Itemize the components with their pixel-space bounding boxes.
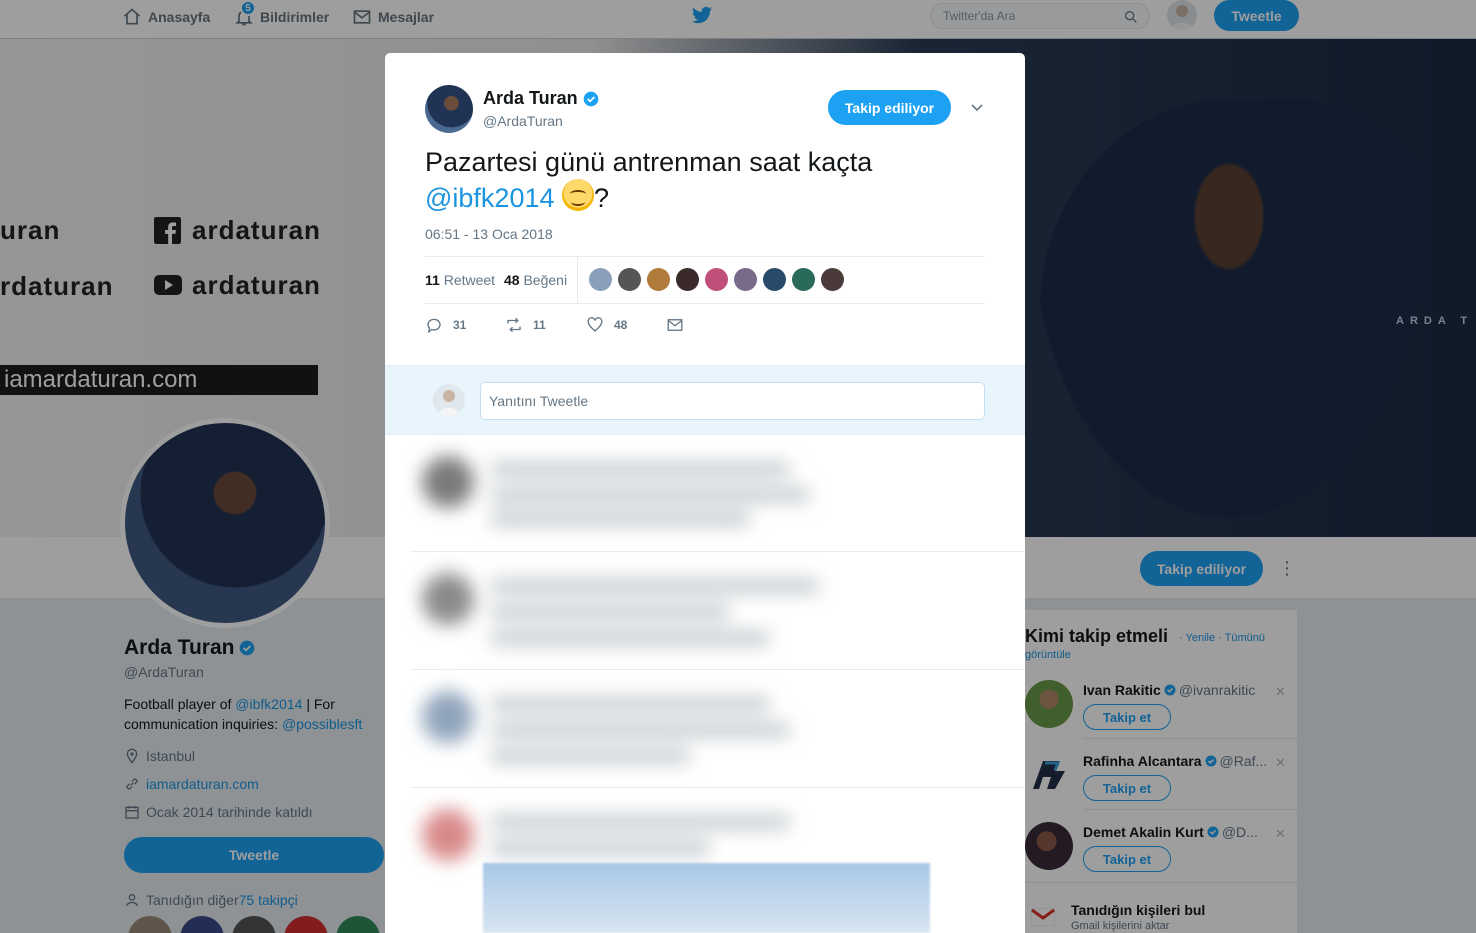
blurred-line	[490, 749, 690, 763]
tweet-follow-button[interactable]: Takip ediliyor	[828, 90, 951, 125]
blurred-line	[490, 723, 790, 737]
tweet-author-name[interactable]: Arda Turan	[483, 88, 578, 109]
tweet-text: Pazartesi günü antrenman saat kaçta @ibf…	[425, 146, 985, 215]
tweet-modal: Arda Turan @ArdaTuran Takip ediliyor Paz…	[385, 53, 1025, 933]
smiling-face-emoji-icon	[562, 179, 595, 211]
user-avatar-icon	[438, 390, 460, 416]
reply-button[interactable]: 31	[425, 316, 466, 334]
blurred-avatar	[422, 573, 474, 625]
blurred-line	[490, 488, 810, 502]
tweet-mention-link[interactable]: @ibfk2014	[425, 183, 555, 213]
reply-composer: Yanıtını Tweetle	[385, 365, 1025, 435]
retweet-count: 11	[533, 318, 546, 332]
divider	[577, 257, 578, 304]
reply-count: 31	[453, 318, 467, 332]
blurred-avatar	[422, 691, 474, 743]
tweet-text-line: Pazartesi günü antrenman saat kaçta	[425, 147, 873, 177]
current-user-avatar	[433, 384, 465, 416]
liker-avatar[interactable]	[647, 268, 670, 291]
envelope-icon	[667, 319, 683, 331]
blurred-avatar	[422, 809, 474, 861]
verified-icon	[583, 91, 599, 106]
chevron-down-icon[interactable]	[969, 99, 985, 115]
reply-media-image[interactable]	[483, 863, 930, 933]
divider	[410, 787, 1025, 788]
blurred-line	[490, 605, 730, 619]
reply-placeholder: Yanıtını Tweetle	[489, 393, 589, 409]
blurred-reply	[410, 673, 1000, 788]
blurred-line	[490, 697, 770, 711]
blurred-line	[490, 579, 820, 593]
divider	[410, 551, 1025, 552]
blurred-reply	[410, 438, 1000, 553]
retweet-stat[interactable]: 11 Retweet	[425, 272, 495, 288]
liker-avatar[interactable]	[676, 268, 699, 291]
retweet-button[interactable]: 11	[505, 316, 546, 334]
tweet-stats: 11 Retweet 48 Beğeni	[425, 256, 985, 304]
liker-avatar[interactable]	[705, 268, 728, 291]
blurred-avatar	[422, 456, 474, 508]
reply-icon	[427, 318, 441, 334]
retweet-stat-label: Retweet	[443, 272, 496, 288]
liker-avatar[interactable]	[763, 268, 786, 291]
tweet-author-name-row[interactable]: Arda Turan	[483, 88, 599, 109]
heart-icon	[587, 317, 603, 332]
tweet-timestamp[interactable]: 06:51 - 13 Oca 2018	[425, 226, 553, 242]
blurred-reply	[410, 555, 1000, 670]
direct-message-button[interactable]	[666, 316, 684, 334]
retweet-icon	[507, 317, 521, 333]
like-stat-count: 48	[504, 272, 520, 288]
liker-avatar[interactable]	[618, 268, 641, 291]
liker-avatar[interactable]	[734, 268, 757, 291]
blurred-line	[490, 512, 750, 526]
tweet-author-handle[interactable]: @ArdaTuran	[483, 113, 563, 129]
blurred-line	[490, 462, 790, 476]
liker-avatar[interactable]	[821, 268, 844, 291]
divider	[410, 669, 1025, 670]
tweet-text-end: ?	[594, 183, 610, 213]
blurred-line	[490, 815, 790, 829]
retweet-stat-count: 11	[425, 272, 440, 288]
liker-avatar[interactable]	[792, 268, 815, 291]
like-button[interactable]: 48	[586, 316, 627, 334]
tweet-actions: 31 11 48	[425, 316, 725, 338]
like-count: 48	[614, 318, 628, 332]
blurred-line	[490, 631, 770, 645]
liker-avatars	[589, 268, 844, 291]
tweet-author-avatar[interactable]	[425, 85, 473, 133]
like-stat[interactable]: 48 Beğeni	[504, 272, 567, 288]
like-stat-label: Beğeni	[523, 272, 568, 288]
blurred-line	[490, 841, 710, 855]
liker-avatar[interactable]	[589, 268, 612, 291]
reply-input[interactable]: Yanıtını Tweetle	[480, 382, 985, 420]
